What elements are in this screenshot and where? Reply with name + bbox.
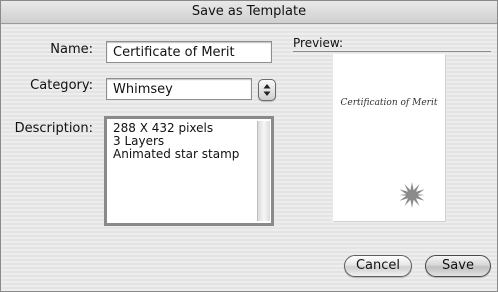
description-line: Animated star stamp — [113, 147, 240, 161]
description-text: 288 X 432 pixels 3 Layers Animated star … — [113, 122, 239, 161]
stepper-arrows-icon — [263, 84, 271, 96]
window-title: Save as Template — [1, 1, 497, 24]
preview-title: Preview: — [293, 36, 344, 50]
preview-thumbnail: Certification of Merit — [333, 54, 445, 221]
description-scrollbar[interactable] — [257, 121, 270, 221]
save-button[interactable]: Save — [425, 255, 491, 277]
preview-divider — [293, 51, 491, 52]
description-textarea[interactable]: 288 X 432 pixels 3 Layers Animated star … — [104, 116, 274, 226]
name-label: Name: — [50, 42, 93, 57]
category-label: Category: — [30, 78, 93, 93]
star-burst-icon — [399, 182, 425, 208]
preview-caption: Certification of Merit — [340, 98, 438, 108]
category-stepper[interactable] — [258, 79, 276, 101]
description-label: Description: — [14, 121, 93, 136]
category-field[interactable]: Whimsey — [106, 78, 252, 100]
name-input[interactable]: Certificate of Merit — [106, 41, 272, 63]
save-as-template-dialog: Save as Template Name: Certificate of Me… — [0, 0, 498, 292]
cancel-button[interactable]: Cancel — [344, 255, 412, 277]
